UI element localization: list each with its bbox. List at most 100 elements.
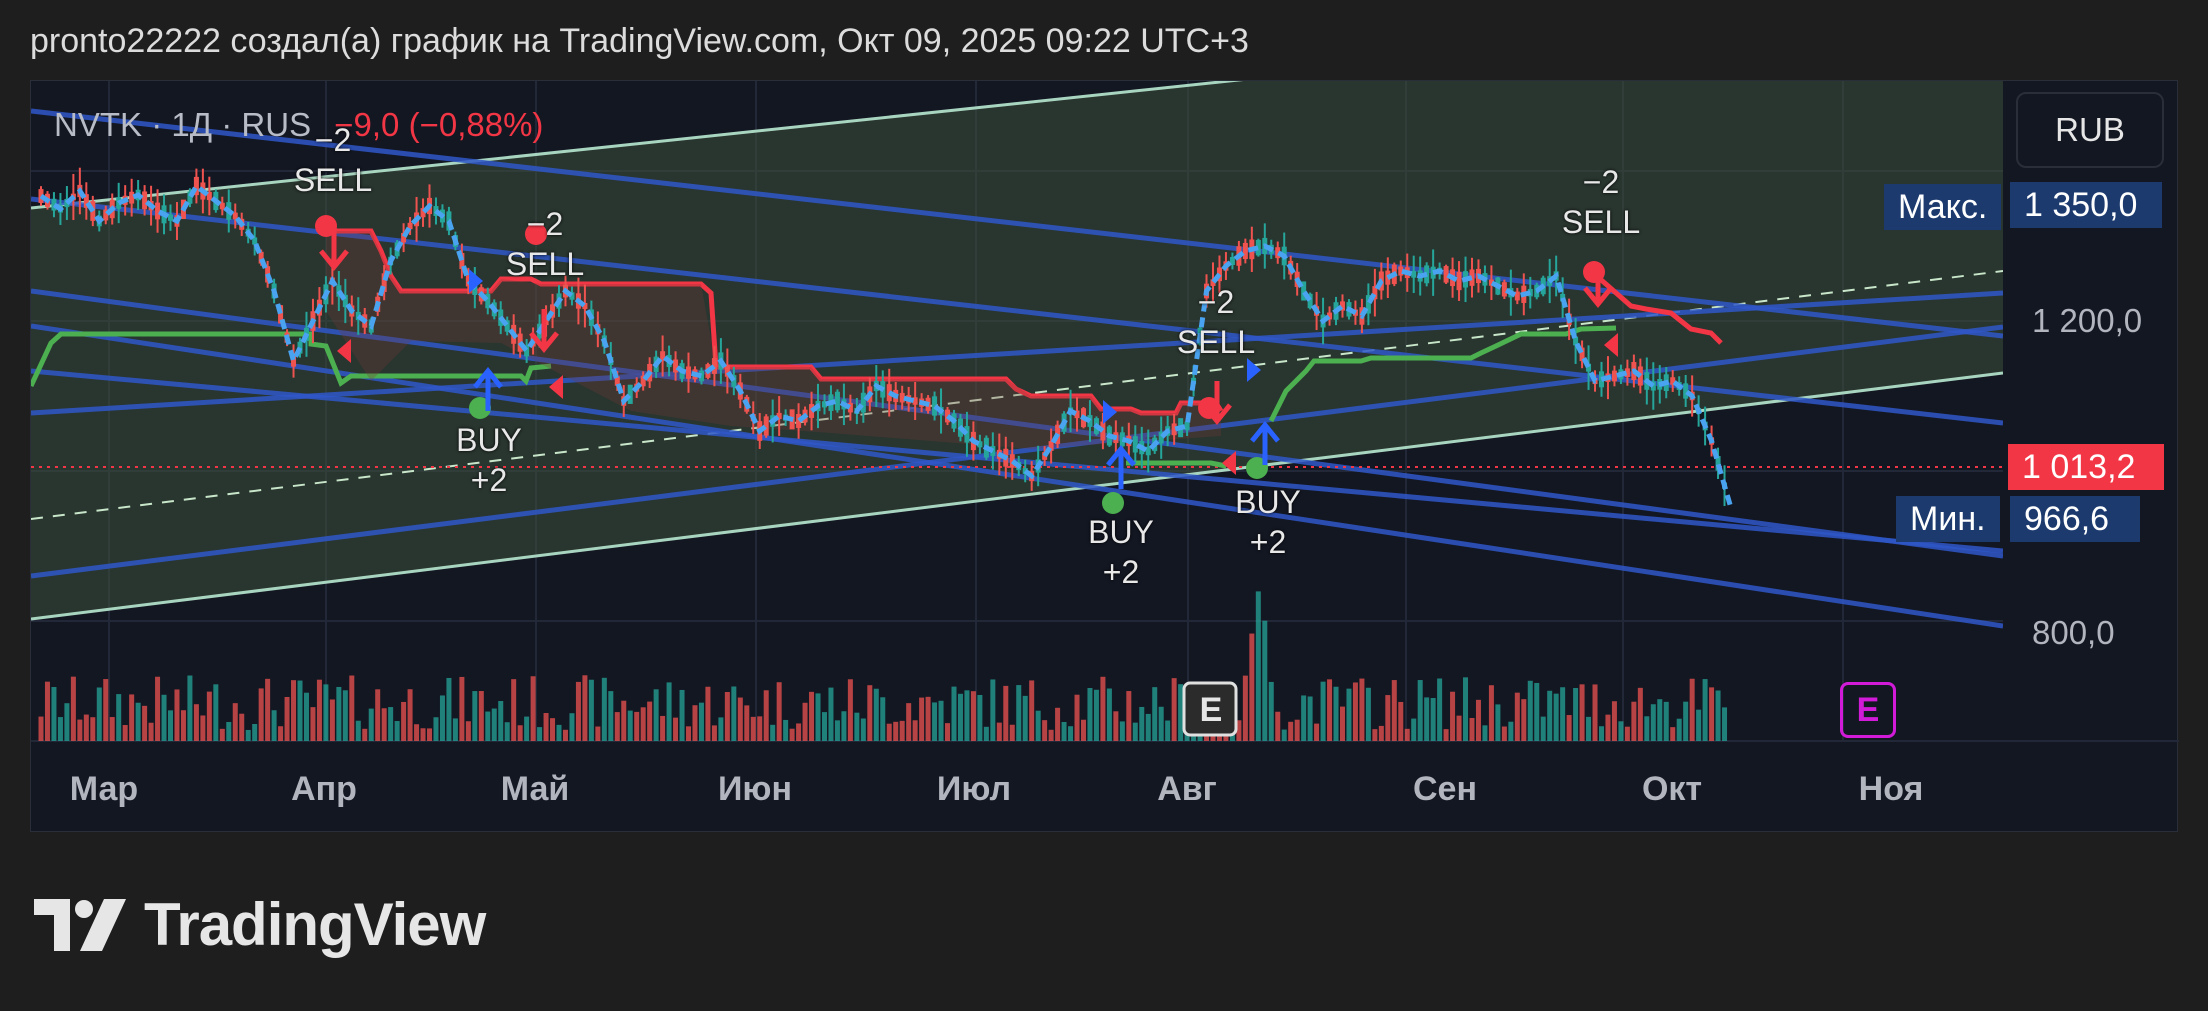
earnings-badge-past[interactable]: E [1183, 682, 1239, 738]
volume-bar [679, 689, 685, 741]
max-value-tag: 1 350,0 [2010, 182, 2162, 228]
volume-bar [1450, 691, 1456, 741]
volume-bar [284, 696, 290, 741]
volume-bar [750, 716, 756, 741]
volume-bar [303, 692, 309, 741]
signal-label-buy: BUY +2 [456, 422, 522, 498]
volume-bar [1657, 699, 1663, 741]
candle-body [686, 366, 692, 379]
volume-bar [258, 688, 264, 741]
volume-bar [44, 681, 50, 741]
volume-bar [588, 679, 594, 741]
time-axis-label: Июн [717, 770, 793, 808]
earnings-badge-upcoming[interactable]: E [1840, 682, 1896, 738]
volume-bar [1663, 701, 1669, 741]
volume-bar [1158, 706, 1164, 741]
volume-bar [763, 690, 769, 741]
volume-bar [1029, 680, 1035, 741]
volume-bar [1048, 729, 1054, 741]
volume-bar [809, 691, 815, 741]
volume-bar [1566, 715, 1572, 741]
volume-bar [634, 711, 640, 741]
volume-bar [873, 688, 879, 741]
volume-bar [1359, 678, 1365, 741]
volume-bar [122, 725, 128, 741]
volume-bar [1352, 682, 1358, 741]
volume-bar [342, 690, 348, 741]
max-label-tag: Макс. [1884, 184, 2002, 230]
volume-bar [375, 689, 381, 741]
time-axis-label: Сен [1413, 770, 1477, 808]
currency-button[interactable]: RUB [2016, 92, 2164, 168]
volume-bar [1715, 690, 1721, 741]
volume-bar [660, 715, 666, 741]
volume-bar [983, 726, 989, 741]
volume-bar [854, 712, 860, 741]
volume-bar [57, 717, 63, 741]
min-label-tag: Мин. [1896, 496, 2000, 542]
signal-label-buy: BUY +2 [1235, 484, 1301, 560]
tradingview-logo[interactable]: TradingView [34, 890, 486, 959]
volume-bar [789, 728, 795, 741]
volume-bar [206, 691, 212, 741]
volume-bar [1696, 709, 1702, 741]
volume-bar [83, 714, 89, 741]
volume-bar [537, 727, 543, 741]
volume-bar [601, 677, 607, 741]
volume-bar [1268, 681, 1274, 741]
volume-bar [129, 694, 135, 741]
volume-bar [368, 708, 374, 741]
volume-bar [168, 710, 174, 741]
volume-bar [621, 700, 627, 741]
volume-bar [627, 710, 633, 741]
volume-bar [1644, 716, 1650, 741]
volume-bar [1087, 688, 1093, 741]
volume-bar [964, 690, 970, 741]
volume-bar [96, 687, 102, 741]
volume-bar [867, 685, 873, 741]
volume-bar [1301, 695, 1307, 741]
volume-bar [575, 681, 581, 741]
volume-bar [925, 696, 931, 741]
volume-bar [569, 713, 575, 741]
volume-bar [1307, 696, 1313, 741]
volume-bar [1404, 728, 1410, 741]
volume-bar [1488, 685, 1494, 741]
volume-bar [180, 710, 186, 741]
volume-bar [193, 704, 199, 741]
volume-bar [1275, 711, 1281, 741]
volume-bar [103, 679, 109, 741]
time-axis-label: Авг [1157, 770, 1217, 808]
volume-bar [1475, 699, 1481, 741]
volume-bar [174, 689, 180, 741]
volume-bar [1171, 678, 1177, 741]
volume-bar [1074, 694, 1080, 741]
volume-bar [1683, 701, 1689, 741]
candle-body [627, 384, 633, 404]
min-value-tag: 966,6 [2010, 496, 2140, 542]
volume-bar [1327, 679, 1333, 741]
volume-bar [1560, 687, 1566, 741]
volume-bar [932, 702, 938, 741]
volume-bar [291, 680, 297, 741]
volume-bar [478, 691, 484, 741]
volume-bar [1437, 678, 1443, 741]
volume-bar [1495, 704, 1501, 741]
volume-bar [329, 699, 335, 741]
volume-bar [666, 682, 672, 741]
volume-bar [323, 684, 329, 741]
volume-bar [906, 703, 912, 741]
volume-bar [821, 712, 827, 741]
volume-bar [155, 676, 161, 741]
volume-bar [420, 728, 426, 741]
volume-bar [957, 693, 963, 741]
volume-bar [485, 711, 491, 741]
price-tick-1200: 1 200,0 [2032, 302, 2143, 339]
volume-bar [1521, 699, 1527, 741]
legend-symbol: NVTK [54, 106, 143, 143]
candle-body [219, 202, 225, 210]
candle-body [155, 202, 161, 220]
volume-bar [550, 718, 556, 741]
candle-body [834, 391, 840, 411]
volume-bar [731, 686, 737, 741]
